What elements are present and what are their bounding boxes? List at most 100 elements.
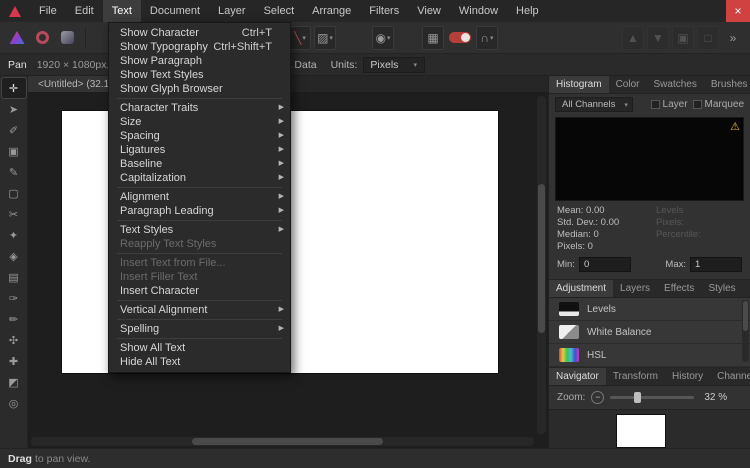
units-select[interactable]: Pixels▾ — [363, 57, 425, 73]
menu-item-ligatures[interactable]: Ligatures▶ — [109, 143, 290, 157]
layer-checkbox[interactable] — [651, 100, 660, 109]
color-source-button[interactable]: ◉▾ — [372, 26, 394, 50]
marquee-checkbox[interactable] — [693, 100, 702, 109]
snapping-off-button[interactable]: ╲▾ — [289, 26, 311, 50]
menu-document[interactable]: Document — [141, 0, 209, 22]
zoom-out-button[interactable]: − — [591, 391, 604, 404]
view-tool[interactable]: ✛ — [2, 78, 26, 98]
max-input[interactable] — [690, 257, 742, 272]
assistant-toggle-button[interactable] — [447, 26, 473, 50]
min-input[interactable] — [579, 257, 631, 272]
menu-item-show-text-styles[interactable]: Show Text Styles — [109, 68, 290, 82]
gradient-tool[interactable]: ▤ — [2, 267, 26, 287]
menu-arrange[interactable]: Arrange — [303, 0, 360, 22]
liquify-persona-button[interactable] — [31, 26, 53, 50]
menu-item-text-styles[interactable]: Text Styles▶ — [109, 223, 290, 237]
flood-select-tool[interactable]: ✦ — [2, 225, 26, 245]
menu-edit[interactable]: Edit — [66, 0, 103, 22]
develop-persona-button[interactable] — [56, 26, 78, 50]
tab-brushes[interactable]: Brushes — [704, 76, 750, 93]
menu-item-size[interactable]: Size▶ — [109, 115, 290, 129]
layer-checkbox-group[interactable]: Layer — [651, 99, 688, 110]
tab-transform[interactable]: Transform — [606, 368, 665, 385]
tab-adjustment[interactable]: Adjustment — [549, 280, 613, 297]
menu-item-hide-all-text[interactable]: Hide All Text — [109, 355, 290, 369]
menu-file[interactable]: File — [30, 0, 66, 22]
clone-stamp-tool[interactable]: ✣ — [2, 330, 26, 350]
order-forward-button[interactable]: ▲ — [622, 26, 644, 50]
crop-tool[interactable]: ▣ — [2, 141, 26, 161]
menu-item-insert-filler-text[interactable]: Insert Filler Text — [109, 270, 290, 284]
menu-item-show-all-text[interactable]: Show All Text — [109, 341, 290, 355]
adjustment-white-balance[interactable]: White Balance — [549, 321, 750, 344]
menu-item-spacing[interactable]: Spacing▶ — [109, 129, 290, 143]
adjustment-scrollbar[interactable] — [742, 300, 749, 362]
tab-navigator[interactable]: Navigator — [549, 368, 606, 385]
channels-select[interactable]: All Channels▾ — [555, 97, 633, 112]
color-picker-tool[interactable]: ✐ — [2, 120, 26, 140]
menu-item-character-traits[interactable]: Character Traits▶ — [109, 101, 290, 115]
move-tool[interactable]: ➤ — [2, 99, 26, 119]
submenu-arrow-icon: ▶ — [274, 171, 284, 185]
magnet-snap-button[interactable]: ∩▾ — [476, 26, 498, 50]
zoom-slider-knob[interactable] — [634, 392, 641, 403]
tab-channels[interactable]: Channels — [710, 368, 750, 385]
toolbar-overflow-button[interactable]: » — [722, 26, 744, 50]
navigator-preview[interactable] — [549, 409, 750, 448]
ungroup-button[interactable]: □ — [697, 26, 719, 50]
menu-view[interactable]: View — [408, 0, 450, 22]
transform-origin-button[interactable]: ▨▾ — [314, 26, 336, 50]
adjustment-scrollbar-thumb[interactable] — [743, 301, 748, 331]
fill-tool[interactable]: ◈ — [2, 246, 26, 266]
menu-item-insert-text-from-file[interactable]: Insert Text from File... — [109, 256, 290, 270]
menu-help[interactable]: Help — [507, 0, 548, 22]
menu-item-show-glyph-browser[interactable]: Show Glyph Browser — [109, 82, 290, 96]
menu-item-paragraph-leading[interactable]: Paragraph Leading▶ — [109, 204, 290, 218]
tab-history[interactable]: History — [665, 368, 710, 385]
horizontal-scrollbar[interactable] — [31, 437, 534, 446]
menu-filters[interactable]: Filters — [360, 0, 408, 22]
window-close-button[interactable]: × — [726, 0, 750, 22]
selection-brush-tool[interactable]: ✎ — [2, 162, 26, 182]
menu-item-insert-character[interactable]: Insert Character — [109, 284, 290, 298]
menu-item-capitalization[interactable]: Capitalization▶ — [109, 171, 290, 185]
vertical-scrollbar[interactable] — [537, 96, 546, 434]
grid-toggle-button[interactable]: ▦ — [422, 26, 444, 50]
paint-brush-tool[interactable]: ✑ — [2, 288, 26, 308]
navigator-thumbnail[interactable] — [617, 415, 665, 447]
vertical-scrollbar-thumb[interactable] — [538, 184, 545, 333]
erase-tool[interactable]: ◩ — [2, 372, 26, 392]
tab-styles[interactable]: Styles — [701, 280, 742, 297]
menu-item-spelling[interactable]: Spelling▶ — [109, 322, 290, 336]
lasso-tool[interactable]: ✂ — [2, 204, 26, 224]
marquee-checkbox-group[interactable]: Marquee — [693, 99, 744, 110]
tab-histogram[interactable]: Histogram — [549, 76, 609, 93]
zoom-tool[interactable]: ◎ — [2, 393, 26, 413]
healing-brush-tool[interactable]: ✚ — [2, 351, 26, 371]
group-button[interactable]: ▣ — [672, 26, 694, 50]
photo-persona-button[interactable] — [6, 26, 28, 50]
menu-item-baseline[interactable]: Baseline▶ — [109, 157, 290, 171]
menu-window[interactable]: Window — [450, 0, 507, 22]
menu-item-show-typography[interactable]: Show TypographyCtrl+Shift+T — [109, 40, 290, 54]
menu-item-reapply-text-styles[interactable]: Reapply Text Styles — [109, 237, 290, 251]
menu-item-vertical-alignment[interactable]: Vertical Alignment▶ — [109, 303, 290, 317]
tab-stock[interactable]: Stock — [743, 280, 750, 297]
horizontal-scrollbar-thumb[interactable] — [192, 438, 383, 445]
zoom-slider[interactable] — [610, 396, 694, 399]
menu-layer[interactable]: Layer — [209, 0, 255, 22]
menu-text[interactable]: Text — [103, 0, 141, 22]
tab-color[interactable]: Color — [609, 76, 647, 93]
tab-effects[interactable]: Effects — [657, 280, 701, 297]
order-backward-button[interactable]: ▼ — [647, 26, 669, 50]
tab-swatches[interactable]: Swatches — [646, 76, 703, 93]
tab-layers[interactable]: Layers — [613, 280, 657, 297]
marquee-select-tool[interactable]: ▢ — [2, 183, 26, 203]
menu-item-show-character[interactable]: Show CharacterCtrl+T — [109, 26, 290, 40]
pencil-tool[interactable]: ✏ — [2, 309, 26, 329]
adjustment-hsl[interactable]: HSL — [549, 344, 750, 367]
menu-item-alignment[interactable]: Alignment▶ — [109, 190, 290, 204]
adjustment-levels[interactable]: Levels — [549, 298, 750, 321]
menu-select[interactable]: Select — [255, 0, 304, 22]
menu-item-show-paragraph[interactable]: Show Paragraph — [109, 54, 290, 68]
